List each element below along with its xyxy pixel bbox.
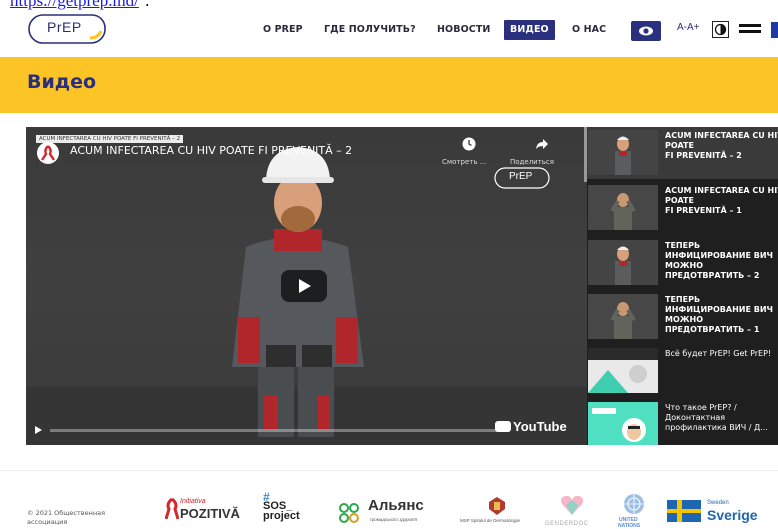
prep-overlay-logo: PrEP <box>494 167 550 189</box>
control-play-icon[interactable] <box>35 426 42 434</box>
visually-impaired-button[interactable] <box>631 21 661 41</box>
playlist-item-title: Что такое PrEP? / Доконтактная профилакт… <box>665 403 768 432</box>
partner-united-nations[interactable]: UNITED NATIONS <box>612 492 660 529</box>
playlist-thumbnail <box>588 402 658 445</box>
video-playlist: ACUM INFECTAREA CU HIV POATE FI PREVENIT… <box>587 127 778 445</box>
playlist-thumbnail <box>588 185 658 230</box>
playlist-thumbnail <box>588 130 658 175</box>
video-player[interactable]: ACUM INFECTAREA CU HIV POATE FI PREVENIT… <box>26 127 587 445</box>
page-banner: Видео <box>0 57 778 113</box>
partner-moldova-sub: MSP Spitalul de Dermatologie <box>460 518 520 523</box>
partner-sos-project[interactable]: # SOS_ project <box>263 492 325 529</box>
youtube-play-icon <box>495 421 511 432</box>
watch-later-label[interactable]: Смотреть ... <box>442 158 486 166</box>
playlist-item[interactable]: ТЕПЕРЬ ИНФИЦИРОВАНИЕ ВИЧ МОЖНО ПРЕДОТВРА… <box>587 291 778 343</box>
partner-alians-name: Альянс <box>368 497 424 514</box>
nav-about-prep[interactable]: О PREP <box>263 20 303 40</box>
playlist-thumbnail <box>588 294 658 339</box>
nav-video[interactable]: ВИДЕО <box>504 20 555 40</box>
font-size-control[interactable]: A-A+ <box>677 22 700 33</box>
partner-moldova-msp[interactable]: MSP Spitalul de Dermatologie <box>460 492 542 529</box>
nav-about-us[interactable]: О НАС <box>572 20 606 40</box>
source-url[interactable]: https://getprep.md/: <box>10 0 150 11</box>
clock-icon[interactable] <box>462 137 476 151</box>
partner-genderdoc-name: GENDERDOC <box>545 521 589 527</box>
language-flag-icon[interactable] <box>771 22 778 38</box>
eye-icon <box>639 26 653 36</box>
playlist-thumbnail <box>588 240 658 285</box>
channel-avatar[interactable] <box>37 142 59 164</box>
footer-divider <box>0 470 778 471</box>
nav-where-to-get[interactable]: ГДЕ ПОЛУЧИТЬ? <box>324 20 416 40</box>
un-globe-icon <box>624 494 644 514</box>
logo-text: PrEP <box>47 19 82 35</box>
prep-overlay-text: PrEP <box>509 171 533 182</box>
partner-initiativa-line2: POZITIVĂ <box>180 506 240 521</box>
playlist-item-title: ТЕПЕРЬ ИНФИЦИРОВАНИЕ ВИЧ МОЖНО ПРЕДОТВРА… <box>665 241 773 280</box>
partner-alians-sub: громадського здоров'я <box>370 517 418 522</box>
nav-news[interactable]: НОВОСТИ <box>437 20 490 40</box>
partner-un-line2: NATIONS <box>618 523 641 529</box>
progress-bar[interactable] <box>50 429 500 432</box>
playlist-item-title: Всё будет PrEP! Get PrEP! <box>665 349 772 358</box>
partner-sweden[interactable]: Sweden Sverige <box>667 492 778 529</box>
playlist-item[interactable]: Что такое PrEP? / Доконтактная профилакт… <box>587 399 778 445</box>
playlist-item-title: ТЕПЕРЬ ИНФИЦИРОВАНИЕ ВИЧ МОЖНО ПРЕДОТВРА… <box>665 295 773 334</box>
playlist-item[interactable]: ACUM INFECTAREA CU HIV POATE FI PREVENIT… <box>587 182 778 234</box>
playlist-item-title: ACUM INFECTAREA CU HIV POATE FI PREVENIT… <box>665 131 778 160</box>
video-title[interactable]: ACUM INFECTAREA CU HIV POATE FI PREVENIT… <box>70 144 352 157</box>
menu-icon[interactable] <box>739 24 761 38</box>
source-url-text[interactable]: https://getprep.md/ <box>10 0 139 10</box>
moldova-coat-of-arms-icon <box>489 497 505 515</box>
partner-sos-line2: project <box>263 510 300 522</box>
playlist-item[interactable]: ACUM INFECTAREA CU HIV POATE FI PREVENIT… <box>587 127 778 179</box>
playlist-thumbnail <box>588 348 658 393</box>
play-button[interactable] <box>281 270 327 302</box>
playlist-item[interactable]: ТЕПЕРЬ ИНФИЦИРОВАНИЕ ВИЧ МОЖНО ПРЕДОТВРА… <box>587 237 778 289</box>
ribbon-icon <box>41 145 55 161</box>
partner-sweden-name: Sverige <box>707 507 758 523</box>
youtube-logo[interactable]: YouTube <box>495 419 567 434</box>
playlist-item-title: ACUM INFECTAREA CU HIV POATE FI PREVENIT… <box>665 186 778 215</box>
contrast-toggle[interactable] <box>712 21 729 38</box>
page-title: Видео <box>27 71 97 93</box>
prep-logo[interactable]: PrEP <box>28 14 106 44</box>
heart-icon <box>561 495 583 515</box>
red-ribbon-icon <box>165 498 179 520</box>
partner-initiativa-line1: Initiativa <box>180 498 206 505</box>
playlist-item[interactable]: Всё будет PrEP! Get PrEP! <box>587 345 778 397</box>
share-icon[interactable] <box>535 138 549 150</box>
partner-alians[interactable]: Альянс громадського здоров'я <box>338 492 453 529</box>
partner-sweden-small: Sweden <box>707 500 729 506</box>
source-url-colon: : <box>144 0 150 10</box>
partner-genderdoc[interactable]: GENDERDOC <box>542 492 602 529</box>
alians-dots-icon <box>339 503 359 523</box>
youtube-wordmark: YouTube <box>513 419 567 434</box>
contrast-icon <box>714 23 727 36</box>
share-label[interactable]: Поделиться <box>510 158 554 166</box>
swedish-flag-icon <box>667 500 701 522</box>
title-chip: ACUM INFECTAREA CU HIV POATE FI PREVENIT… <box>36 135 184 143</box>
partner-initiativa-pozitiva[interactable]: Initiativa POZITIVĂ <box>165 492 250 529</box>
copyright-text: © 2021 Общественная ассоциация <box>27 509 106 526</box>
